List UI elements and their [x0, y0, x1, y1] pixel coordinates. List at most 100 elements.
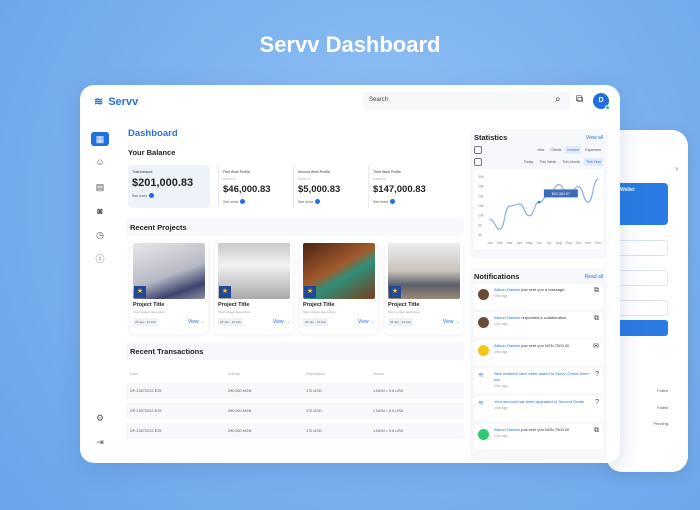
- sidebar-documents-icon[interactable]: ▤: [91, 180, 109, 194]
- see-more-label: See more: [132, 193, 148, 198]
- balance-card-total[interactable]: Total balance $201,000.83 See more: [128, 165, 210, 208]
- notification-action-icon[interactable]: ⧉: [594, 287, 599, 294]
- project-card[interactable]: ★ Project Title Short project description 2…: [385, 240, 463, 334]
- star-icon: ★: [304, 286, 316, 298]
- projects-heading: Recent Projects: [130, 223, 187, 232]
- balance-card-third[interactable]: Third Work Profile Balance $147,000.83 Se…: [368, 165, 444, 208]
- notification-action-icon[interactable]: ✉: [593, 343, 599, 350]
- table-row[interactable]: DP-13072022-E25 290,000-NGN 170-USD 1 NGN =…: [126, 383, 464, 399]
- balance-sub: Balance: [223, 177, 236, 181]
- x-tick-label: Nov: [585, 241, 591, 245]
- filter-tab[interactable]: Income: [565, 146, 582, 154]
- view-project-link[interactable]: View →: [358, 319, 375, 325]
- table-cell: 170-USD: [301, 403, 369, 419]
- notification-item[interactable]: ≋ Your account has been upgraded to Secon…: [474, 396, 603, 421]
- table-cell: DP-13072022-E25: [126, 423, 224, 439]
- phone-status: Pending: [653, 421, 668, 426]
- star-icon: ★: [389, 286, 401, 298]
- balance-sub: Balance: [373, 177, 386, 181]
- hero-title: Servv Dashboard: [259, 32, 441, 57]
- notification-item[interactable]: Allison Daniels just sent you NGN 7500.0…: [474, 340, 603, 365]
- period-tab[interactable]: This Week: [537, 158, 558, 166]
- see-more-link[interactable]: See more: [223, 199, 286, 204]
- notification-text: just sent you NGN 7500.00: [520, 343, 570, 348]
- table-cell: 290,000-NGN: [223, 423, 302, 439]
- page-title: Dashboard: [128, 128, 178, 139]
- balance-label: Third Work Profile: [373, 170, 401, 174]
- notification-time: 10m ago: [494, 384, 508, 388]
- balance-label: Total balance: [132, 170, 153, 174]
- see-more-link[interactable]: See more: [298, 199, 361, 204]
- read-all-link[interactable]: Read all: [585, 274, 603, 280]
- notification-item[interactable]: ≋ New features have been added to Servv. …: [474, 368, 603, 393]
- logout-icon[interactable]: ⇥: [91, 435, 109, 449]
- sidebar-history-icon[interactable]: ◷: [91, 228, 109, 242]
- sidebar-users-icon[interactable]: ☺: [91, 155, 109, 169]
- sidebar-dashboard-icon[interactable]: ▦: [91, 132, 109, 146]
- data-point: [558, 184, 560, 186]
- search-input[interactable]: Search: [363, 92, 570, 110]
- see-more-link[interactable]: See more: [373, 199, 440, 204]
- table-row[interactable]: DP-13072022-E25 290,000-NGN 170-USD 1 NGN =…: [126, 423, 464, 439]
- balance-value: $5,000.83: [298, 184, 341, 195]
- view-project-link[interactable]: View →: [273, 319, 290, 325]
- notification-action-icon[interactable]: ⧉: [594, 315, 599, 322]
- view-project-link[interactable]: View →: [188, 319, 205, 325]
- wallet-label: Wallet: [620, 187, 635, 193]
- x-tick-label: Oct: [576, 241, 581, 245]
- data-point: [518, 203, 521, 205]
- phone-field: [616, 240, 668, 256]
- messages-icon[interactable]: ⧉: [576, 94, 583, 105]
- filter-tab[interactable]: Clients: [548, 146, 563, 154]
- notification-sender: Allison Daniels: [494, 287, 521, 292]
- avatar[interactable]: D: [593, 93, 610, 110]
- arrow-icon: [240, 199, 246, 204]
- notification-action-icon[interactable]: ?: [595, 371, 599, 378]
- table-row[interactable]: DP-13072022-E25 290,000-NGN 170-USD 1 NGN =…: [126, 403, 464, 419]
- period-tab[interactable]: Today: [522, 158, 536, 166]
- project-card[interactable]: ★ Project Title Short project description 2…: [130, 240, 208, 334]
- tooltip-value: $22,364.97: [552, 192, 570, 196]
- table-cell: 1 NGN = 0.6 USD: [368, 423, 464, 439]
- notification-action-icon[interactable]: ⧉: [594, 427, 599, 434]
- table-cell: 170-USD: [301, 383, 369, 399]
- project-date: 28 Jan - 10 Feb: [388, 318, 414, 326]
- filter-tab[interactable]: Jobs: [535, 146, 547, 154]
- notification-item[interactable]: Allison Daniels just sent you NGN 7500.0…: [474, 424, 603, 449]
- y-tick-label: 25k: [478, 185, 484, 189]
- column-header: Date: [130, 372, 139, 376]
- project-card[interactable]: ★ Project Title Short project description 2…: [300, 240, 378, 334]
- column-header: Status: [372, 372, 384, 376]
- x-tick-label: Mar: [507, 241, 514, 245]
- view-all-link[interactable]: View all: [586, 135, 603, 141]
- x-tick-label: Jun: [536, 241, 542, 245]
- sidebar-info-icon[interactable]: ⓘ: [91, 252, 109, 266]
- project-description: Short project description: [133, 310, 166, 314]
- x-tick-label: Jan: [487, 241, 493, 245]
- phone-status: Failed: [657, 405, 668, 410]
- project-image: ★: [388, 243, 460, 299]
- column-header: Description: [305, 372, 325, 376]
- balance-sub: Balance: [298, 177, 311, 181]
- filter-tab[interactable]: Expenses: [583, 146, 603, 154]
- servv-logo-icon: ≋: [94, 96, 104, 108]
- balance-card-first[interactable]: First Work Profile Balance $46,000.83 See…: [218, 165, 290, 208]
- data-point: [489, 218, 491, 221]
- notification-time: 10m ago: [494, 294, 508, 298]
- project-card[interactable]: ★ Project Title Short project description 2…: [215, 240, 293, 334]
- notification-item[interactable]: Allison Daniels just sent you a message.…: [474, 284, 603, 309]
- period-tab[interactable]: This Year: [584, 158, 603, 166]
- settings-gear-icon[interactable]: ⚙: [91, 411, 109, 425]
- see-more-link[interactable]: See more: [132, 193, 206, 198]
- selected-point[interactable]: [537, 200, 541, 204]
- period-tab[interactable]: This Month: [560, 158, 582, 166]
- balance-value: $201,000.83: [132, 177, 194, 189]
- balance-card-second[interactable]: Second Work Profile Balance $5,000.83 See…: [293, 165, 365, 208]
- notification-text: Your account has been upgraded to Second…: [494, 399, 585, 404]
- notification-action-icon[interactable]: ?: [595, 399, 599, 406]
- search-icon[interactable]: ⌕: [555, 94, 561, 105]
- y-tick-label: 15k: [478, 204, 484, 208]
- sidebar-wallet-icon[interactable]: ◙: [91, 204, 109, 218]
- view-project-link[interactable]: View →: [443, 319, 460, 325]
- notification-item[interactable]: Allison Daniels requested a collaboratio…: [474, 312, 603, 337]
